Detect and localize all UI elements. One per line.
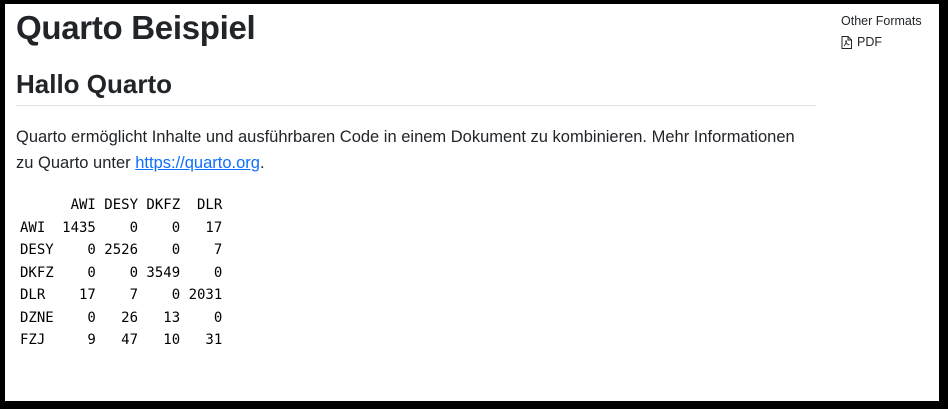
table-header: AWI DESY DKFZ DLR	[70, 197, 223, 213]
table-row: DZNE 0 26 13 0	[20, 309, 223, 326]
other-formats-heading: Other Formats	[841, 14, 922, 28]
table-row: DLR 17 7 0 2031	[20, 287, 223, 303]
intro-text: Quarto ermöglicht Inhalte und ausführbar…	[16, 128, 795, 172]
table-row: AWI 1435 0 0 17	[20, 219, 223, 236]
heading-divider	[16, 105, 816, 106]
pdf-format-label: PDF	[857, 35, 882, 49]
document-page: Quarto Beispiel Hallo Quarto Quarto ermö…	[5, 4, 939, 401]
section-heading: Hallo Quarto	[16, 69, 173, 99]
table-row: DKFZ 0 0 3549 0	[20, 264, 223, 281]
file-pdf-icon	[841, 35, 852, 49]
quarto-link[interactable]: https://quarto.org	[135, 154, 260, 172]
pdf-format-link[interactable]: PDF	[841, 34, 922, 50]
other-formats-panel: Other Formats PDF	[841, 12, 922, 50]
table-row: DESY 0 2526 0 7	[20, 242, 223, 258]
intro-paragraph: Quarto ermöglicht Inhalte und ausführbar…	[16, 124, 806, 176]
intro-text-end: .	[259, 154, 265, 172]
code-output-table: AWI DESY DKFZ DLR AWI 1435 0 0 17 DESY 0…	[20, 194, 222, 352]
page-title: Quarto Beispiel	[16, 9, 256, 46]
table-row: FZJ 9 47 10 31	[20, 332, 223, 348]
